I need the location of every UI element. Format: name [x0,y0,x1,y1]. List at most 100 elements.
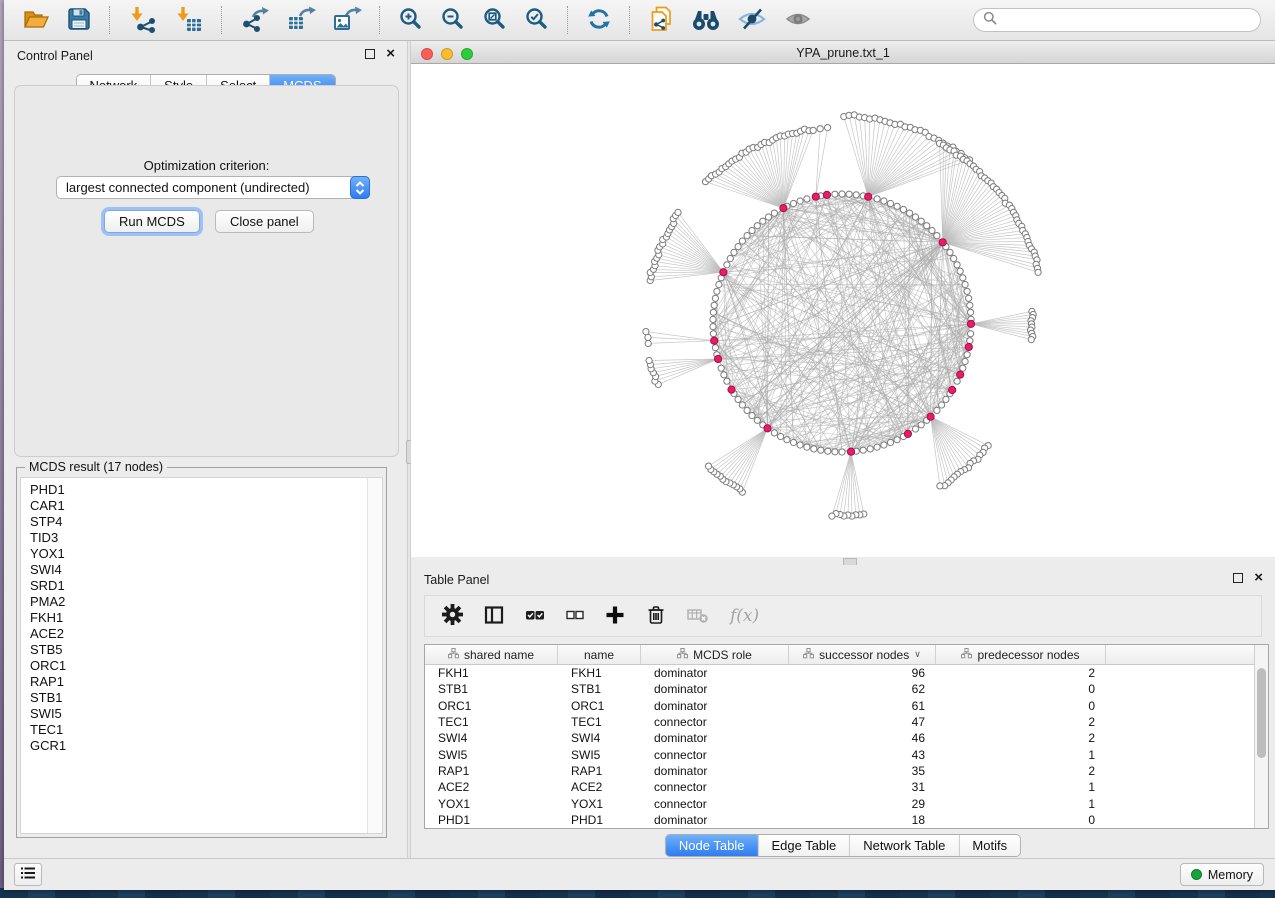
column-header-predecessors[interactable]: predecessor nodes [936,645,1106,664]
cell-predecessors: 2 [936,731,1106,745]
cell-name: RAP1 [558,764,641,778]
close-panel-icon[interactable]: × [1254,573,1263,583]
first-neighbors-button[interactable] [686,4,726,37]
table-row[interactable]: PHD1PHD1dominator180 [425,812,1268,828]
column-panel-icon [484,605,504,628]
zoom-fit-button[interactable] [477,4,513,37]
column-header-name[interactable]: name [558,645,641,664]
refresh-view-button[interactable] [581,4,617,37]
tab-edge-table[interactable]: Edge Table [758,835,850,856]
cell-successors: 43 [789,748,936,762]
mcds-result-item[interactable]: ORC1 [30,658,382,674]
export-table-button[interactable] [281,3,321,38]
table-panel-title: Table Panel [424,573,489,587]
table-scrollbar[interactable] [1254,645,1268,828]
column-header-successors[interactable]: successor nodes∨ [789,645,936,664]
import-network-button[interactable] [123,3,163,38]
automation-panel-button[interactable] [14,863,42,886]
import-network-icon [128,5,158,36]
column-label: predecessor nodes [977,648,1079,662]
hide-selected-button[interactable] [732,4,772,37]
mcds-result-item[interactable]: RAP1 [30,674,382,690]
show-all-button[interactable] [778,4,818,37]
open-session-button[interactable] [17,4,55,37]
mcds-result-item[interactable]: STP4 [30,514,382,530]
search-input[interactable] [1002,12,1251,28]
cell-successors: 61 [789,699,936,713]
table-row[interactable]: STB1STB1dominator620 [425,681,1268,697]
search-box[interactable] [973,8,1261,32]
cell-predecessors: 1 [936,797,1106,811]
float-panel-icon[interactable] [1233,573,1243,583]
table-scrollbar-thumb[interactable] [1257,668,1266,758]
mcds-result-item[interactable]: CAR1 [30,498,382,514]
table-panel-tabs: Node TableEdge TableNetwork TableMotifs [665,834,1021,857]
table-row[interactable]: FKH1FKH1dominator962 [425,665,1268,681]
mcds-result-item[interactable]: FKH1 [30,610,382,626]
column-header-role[interactable]: MCDS role [641,645,789,664]
delete-table-button[interactable] [687,606,709,627]
show-column-panel-button[interactable] [484,605,504,628]
cell-predecessors: 2 [936,666,1106,680]
column-label: MCDS role [693,648,752,662]
run-mcds-button[interactable]: Run MCDS [104,210,200,233]
table-row[interactable]: TEC1TEC1connector472 [425,714,1268,730]
close-panel-icon[interactable]: × [386,49,395,59]
network-canvas[interactable] [411,64,1275,557]
horizontal-splitter[interactable] [411,557,1275,565]
column-header-shared[interactable]: shared name [425,645,558,664]
tab-network-table[interactable]: Network Table [850,835,959,856]
mcds-result-item[interactable]: STB1 [30,690,382,706]
float-panel-icon[interactable] [365,49,375,59]
delete-column-button[interactable] [646,604,666,628]
zoom-in-button[interactable] [393,4,429,37]
save-session-button[interactable] [61,4,97,37]
close-window-icon[interactable] [421,48,433,60]
deselect-all-button[interactable] [566,607,584,626]
table-row[interactable]: ACE2ACE2connector311 [425,779,1268,795]
import-table-button[interactable] [169,3,209,38]
mcds-result-item[interactable]: STB5 [30,642,382,658]
select-all-button[interactable] [525,606,545,627]
tab-motifs[interactable]: Motifs [959,835,1020,856]
mcds-result-item[interactable]: TEC1 [30,722,382,738]
mcds-result-item[interactable]: SRD1 [30,578,382,594]
tab-node-table[interactable]: Node Table [666,835,759,856]
cell-shared: SWI5 [425,748,558,762]
table-row[interactable]: SWI5SWI5connector431 [425,746,1268,762]
zoom-out-button[interactable] [435,4,471,37]
close-panel-button[interactable]: Close panel [215,210,314,233]
column-label: successor nodes [819,648,909,662]
table-row[interactable]: YOX1YOX1connector291 [425,795,1268,811]
clone-network-button[interactable] [643,3,680,38]
memory-button[interactable]: Memory [1180,863,1264,886]
mcds-list-scrollbar[interactable] [367,478,382,833]
table-settings-button[interactable] [442,604,463,628]
network-window-titlebar[interactable]: YPA_prune.txt_1 [411,44,1275,64]
export-network-button[interactable] [235,3,275,38]
cell-predecessors: 2 [936,715,1106,729]
minimize-window-icon[interactable] [441,48,453,60]
mcds-result-list[interactable]: PHD1CAR1STP4TID3YOX1SWI4SRD1PMA2FKH1ACE2… [20,477,383,834]
mcds-result-item[interactable]: GCR1 [30,738,382,754]
mcds-result-item[interactable]: ACE2 [30,626,382,642]
toolbar-separator [567,6,569,34]
status-bar: Memory [4,858,1275,890]
table-row[interactable]: ORC1ORC1dominator610 [425,698,1268,714]
mcds-result-item[interactable]: TID3 [30,530,382,546]
add-column-button[interactable] [605,605,625,628]
export-image-button[interactable] [327,3,367,38]
network-graph[interactable] [411,64,1275,557]
apply-function-button[interactable]: f(x) [730,606,759,626]
mcds-result-item[interactable]: SWI5 [30,706,382,722]
table-row[interactable]: RAP1RAP1dominator352 [425,763,1268,779]
zoom-selected-button[interactable] [519,4,555,37]
optimization-criterion-select[interactable]: largest connected component (undirected) [56,176,370,199]
mcds-result-item[interactable]: YOX1 [30,546,382,562]
mcds-result-item[interactable]: PMA2 [30,594,382,610]
maximize-window-icon[interactable] [461,48,473,60]
mcds-result-item[interactable]: SWI4 [30,562,382,578]
mcds-result-item[interactable]: PHD1 [30,482,382,498]
table-row[interactable]: SWI4SWI4dominator462 [425,730,1268,746]
zoom-fit-icon [482,6,508,35]
